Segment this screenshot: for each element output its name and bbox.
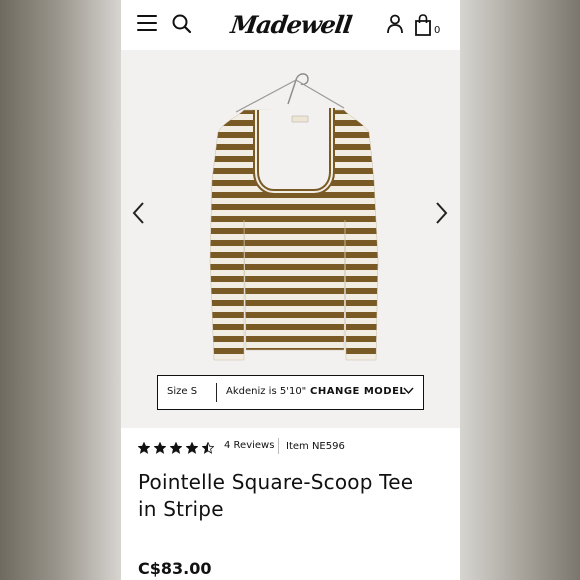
shopping-bag-icon[interactable]: [414, 14, 432, 36]
model-size-label: Size S: [167, 386, 198, 397]
rating-stars[interactable]: [138, 439, 218, 454]
star-full-icon: [154, 442, 166, 454]
change-model-button[interactable]: CHANGE MODEL: [310, 386, 406, 397]
divider: [278, 438, 279, 454]
star-full-icon: [138, 442, 150, 454]
chevron-right-icon[interactable]: [430, 200, 452, 226]
star-full-icon: [186, 442, 198, 454]
product-price: C$83.00: [138, 559, 212, 578]
star-half-icon: [202, 442, 214, 454]
chevron-left-icon[interactable]: [128, 200, 150, 226]
phone-screen: Madewell 0 Size S Akdeniz is 5'10" CHANG…: [121, 0, 460, 580]
product-image: [209, 73, 379, 361]
item-number: Item NE596: [286, 441, 345, 452]
top-navigation-bar: Madewell 0: [121, 0, 460, 50]
account-icon[interactable]: [387, 14, 403, 34]
model-height-info: Akdeniz is 5'10": [226, 386, 307, 397]
divider: [216, 383, 217, 402]
product-info: 4 Reviews Item NE596 Pointelle Square-Sc…: [121, 428, 460, 580]
product-image-gallery[interactable]: [121, 50, 460, 428]
product-title-line2: in Stripe: [138, 497, 224, 521]
product-title: Pointelle Square-Scoop Tee in Stripe: [138, 469, 448, 523]
chevron-down-icon[interactable]: [403, 387, 414, 395]
change-model-selector[interactable]: Size S Akdeniz is 5'10" CHANGE MODEL: [157, 375, 424, 410]
search-icon[interactable]: [171, 13, 193, 35]
product-title-line1: Pointelle Square-Scoop Tee: [138, 470, 414, 494]
hamburger-menu-icon[interactable]: [137, 15, 157, 32]
reviews-link[interactable]: 4 Reviews: [224, 440, 274, 451]
star-full-icon: [170, 442, 182, 454]
brand-logo[interactable]: Madewell: [226, 6, 355, 44]
bag-count-badge: 0: [434, 25, 441, 36]
